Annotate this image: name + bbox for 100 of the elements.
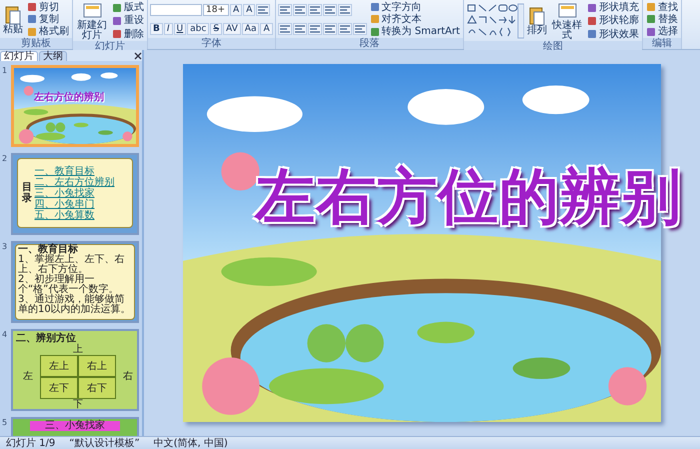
square-icon bbox=[586, 2, 597, 13]
square-icon bbox=[370, 2, 380, 12]
objective-text: 1、掌握左上、左下、右上、右下方位。 bbox=[18, 255, 126, 275]
square-icon bbox=[27, 14, 37, 24]
paragraph-button[interactable] bbox=[322, 4, 337, 16]
clipboard-icon bbox=[3, 4, 23, 24]
format-button[interactable]: U bbox=[174, 22, 186, 35]
ribbon-button[interactable]: 排列 bbox=[526, 6, 548, 36]
lines-icon bbox=[294, 24, 305, 33]
lines-icon bbox=[280, 6, 290, 14]
slide-thumbnail[interactable]: 二、辨别方位 上 左 右 左上 右上 左下 右下 下 bbox=[11, 329, 139, 411]
close-icon bbox=[134, 52, 142, 60]
ribbon-button[interactable]: 文字方向 bbox=[368, 2, 461, 13]
font-size-field[interactable]: 18+ bbox=[203, 4, 229, 16]
contents-link[interactable]: 四、小兔串门 bbox=[34, 198, 114, 210]
contents-link[interactable]: 五、小兔算数 bbox=[34, 210, 114, 220]
slide-number: 1 bbox=[2, 65, 8, 77]
ribbon-button[interactable]: 粘贴 bbox=[2, 4, 24, 34]
format-button[interactable]: A bbox=[243, 4, 256, 16]
lines-icon bbox=[354, 24, 365, 33]
ribbon-button[interactable]: 对齐文本 bbox=[368, 14, 461, 25]
square-icon bbox=[586, 16, 597, 26]
paragraph-button[interactable] bbox=[322, 22, 337, 35]
ribbon-button[interactable]: 复制 bbox=[26, 14, 70, 25]
ribbon-button[interactable]: 快速样式 bbox=[550, 1, 584, 41]
square-icon bbox=[112, 16, 122, 26]
direction-label: 下 bbox=[73, 400, 83, 409]
grid-cell: 右上 bbox=[78, 355, 116, 377]
paragraph-button[interactable] bbox=[308, 22, 322, 35]
paragraph-button[interactable] bbox=[338, 22, 352, 35]
font-name-field[interactable] bbox=[150, 4, 202, 16]
lines-icon bbox=[324, 24, 335, 33]
contents-heading: 目录 bbox=[22, 182, 32, 204]
square-icon bbox=[27, 2, 37, 12]
lines-icon bbox=[294, 6, 305, 14]
ribbon-button[interactable]: 剪切 bbox=[26, 2, 70, 13]
group-label: 剪贴板 bbox=[0, 38, 72, 49]
ribbon-button[interactable]: 新建幻灯片 bbox=[75, 1, 109, 41]
paragraph-button[interactable] bbox=[292, 22, 307, 35]
slide-number: 4 bbox=[2, 329, 8, 341]
ribbon-button[interactable]: 形状轮廓 bbox=[586, 15, 640, 26]
contents-link[interactable]: 一、教育目标 bbox=[34, 166, 114, 176]
format-button[interactable]: S bbox=[210, 22, 222, 35]
group-label: 字体 bbox=[148, 38, 275, 49]
ribbon-button[interactable]: 版式 bbox=[111, 2, 145, 14]
format-button[interactable]: Aa bbox=[242, 22, 260, 35]
paragraph-button[interactable] bbox=[352, 22, 367, 35]
paragraph-button[interactable] bbox=[256, 4, 270, 16]
format-button[interactable]: I bbox=[164, 22, 173, 35]
lines-icon bbox=[340, 6, 350, 14]
paragraph-button[interactable] bbox=[278, 22, 292, 35]
square-icon bbox=[112, 2, 122, 13]
grid-cell: 左下 bbox=[40, 377, 78, 399]
ribbon-button[interactable]: 查找 bbox=[644, 2, 679, 13]
format-button[interactable]: A bbox=[260, 22, 273, 35]
ribbon-button[interactable]: 删除 bbox=[111, 28, 145, 40]
lines-icon bbox=[324, 6, 335, 14]
slide-counter: 幻灯片 1/9 bbox=[6, 438, 56, 448]
slide-heading: 一、教育目标 bbox=[18, 245, 79, 255]
slide-number: 5 bbox=[2, 417, 8, 429]
direction-label: 右 bbox=[123, 372, 133, 382]
format-button[interactable]: AV bbox=[223, 22, 241, 35]
slide-number: 3 bbox=[2, 241, 8, 253]
square-icon bbox=[370, 26, 380, 37]
clipboard-icon bbox=[526, 6, 547, 26]
lines-icon bbox=[310, 24, 320, 33]
slide-thumbnail[interactable]: 三、小兔找家 bbox=[11, 417, 139, 436]
slide-number: 2 bbox=[2, 153, 8, 165]
slide-heading: 二、辨别方位 bbox=[16, 332, 76, 344]
ribbon-button[interactable]: 选择 bbox=[644, 26, 679, 38]
paragraph-button[interactable] bbox=[308, 4, 322, 16]
paragraph-button[interactable] bbox=[292, 4, 307, 16]
group-label: 段落 bbox=[276, 38, 463, 49]
paragraph-button[interactable] bbox=[278, 4, 292, 16]
square-icon bbox=[646, 2, 656, 12]
format-button[interactable]: A bbox=[230, 4, 242, 16]
lines-icon bbox=[258, 6, 268, 14]
slide-thumbnail[interactable]: 一、教育目标 1、掌握左上、左下、右上、右下方位。 2、初步理解用一个“格”代表一个数字。 3、通过游戏，能够做简单的10以内的加法运算。 bbox=[11, 241, 139, 323]
lines-icon bbox=[340, 24, 350, 33]
direction-label: 上 bbox=[73, 345, 83, 355]
ribbon-button[interactable]: 重设 bbox=[111, 15, 145, 26]
ribbon-button[interactable]: 形状效果 bbox=[586, 28, 640, 40]
direction-label: 左 bbox=[23, 372, 33, 382]
paragraph-button[interactable] bbox=[338, 4, 352, 16]
ribbon-button[interactable]: 替换 bbox=[644, 14, 679, 25]
square-icon bbox=[112, 29, 122, 40]
ribbon-button[interactable]: 转换为 SmartArt bbox=[368, 26, 461, 38]
contents-link[interactable]: 二、左右方位辨别 bbox=[34, 176, 114, 188]
ribbon-button[interactable]: 形状填充 bbox=[586, 2, 640, 14]
slide-title: 左右方位的辨别 bbox=[255, 161, 682, 234]
format-button[interactable]: B bbox=[150, 22, 163, 35]
square-icon bbox=[646, 26, 656, 37]
format-button[interactable]: abc bbox=[187, 22, 210, 35]
square-icon bbox=[27, 26, 37, 37]
contents-link[interactable]: 三、小兔找家 bbox=[34, 188, 114, 198]
grid-cell: 左上 bbox=[40, 355, 78, 377]
panel-tab[interactable]: 幻灯片 bbox=[0, 50, 38, 60]
ribbon-button[interactable]: 格式刷 bbox=[26, 26, 70, 38]
shapes-gallery bbox=[466, 3, 524, 39]
panel-tab[interactable]: 大纲 bbox=[39, 50, 67, 60]
